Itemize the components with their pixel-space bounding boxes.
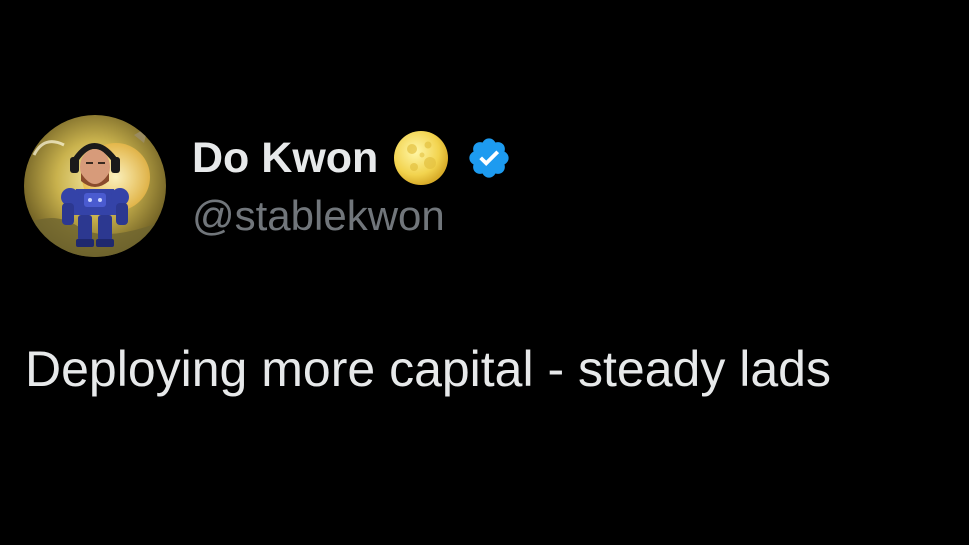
author-handle[interactable]: @stablekwon: [192, 192, 445, 240]
profile-avatar[interactable]: [24, 115, 166, 257]
author-name-row: Do Kwon: [192, 128, 512, 188]
tweet-text: Deploying more capital - steady lads: [25, 341, 831, 397]
author-display-name[interactable]: Do Kwon: [192, 134, 378, 183]
verified-badge-icon[interactable]: [466, 135, 512, 181]
avatar-image: [24, 115, 166, 257]
full-moon-icon: [392, 129, 450, 187]
tweet-card: Do Kwon @stablekwon Deploying more capit…: [0, 0, 969, 545]
